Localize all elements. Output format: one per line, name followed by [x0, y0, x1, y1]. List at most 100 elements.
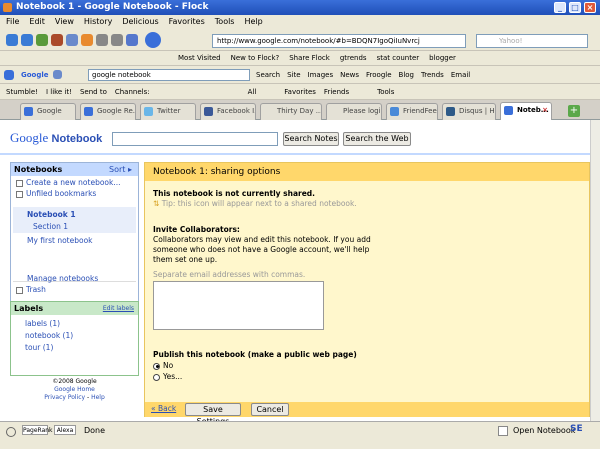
photo-icon[interactable] [96, 33, 108, 46]
menu-view[interactable]: View [55, 15, 74, 29]
menu-edit[interactable]: Edit [29, 15, 45, 29]
google-g-icon[interactable] [4, 69, 14, 80]
close-tab-icon[interactable]: × [542, 103, 548, 118]
send-to-button[interactable]: Send to [80, 84, 107, 100]
sharing-action-bar: « Back Save Settings Cancel [145, 402, 589, 421]
save-settings-button[interactable]: Save Settings [185, 403, 241, 421]
google-toolbar-search[interactable]: google notebook [88, 69, 250, 81]
publish-yes-radio[interactable] [153, 373, 160, 381]
publish-no-radio[interactable] [153, 362, 160, 370]
status-text: Done [84, 426, 106, 435]
privacy-policy-link[interactable]: Privacy Policy [44, 394, 85, 401]
back-link[interactable]: « Back [151, 404, 176, 413]
google-toolbar-brand[interactable]: Google [21, 71, 49, 79]
manage-notebooks-link[interactable]: Manage notebooks [27, 274, 98, 283]
star-icon[interactable] [145, 31, 161, 48]
all-dropdown[interactable]: All [248, 84, 257, 100]
help-link[interactable]: Help [91, 394, 105, 401]
notebook-favicon-icon [504, 106, 513, 115]
header-divider [0, 153, 590, 155]
bookmarks-toolbar: Most Visited New to Flock? Share Flock g… [0, 51, 600, 66]
tab-please-login[interactable]: Please login [326, 103, 382, 120]
trash-link[interactable]: Trash [16, 285, 46, 294]
unfiled-bookmarks-link[interactable]: Unfiled bookmarks [16, 189, 96, 198]
google-home-link[interactable]: Google Home [10, 386, 139, 394]
options-icon[interactable] [52, 70, 62, 79]
tab-notebook[interactable]: Noteb... × [500, 102, 552, 120]
create-notebook-link[interactable]: Create a new notebook... [16, 178, 121, 187]
search-notes-button[interactable]: Search Notes [283, 132, 339, 146]
notebooks-panel: Notebooks Sort ▸ Create a new notebook..… [10, 162, 139, 302]
new-tab-plus-icon[interactable]: + [568, 105, 580, 117]
gt-trends[interactable]: Trends [421, 71, 444, 79]
twitter-favicon-icon [144, 107, 153, 116]
open-notebook-link[interactable]: Open Notebook [513, 426, 575, 435]
vertical-scrollbar[interactable] [590, 120, 600, 421]
tab-disqus[interactable]: Disqus | He... [442, 103, 496, 120]
gt-blog[interactable]: Blog [399, 71, 414, 79]
my-first-notebook-link[interactable]: My first notebook [27, 236, 93, 245]
url-input[interactable]: http://www.google.com/notebook/#b=BDQN7I… [212, 34, 466, 48]
publish-heading: Publish this notebook (make a public web… [153, 350, 357, 359]
close-window-button[interactable]: × [584, 2, 596, 13]
bookmark-share-flock[interactable]: Share Flock [289, 51, 330, 66]
blog-icon[interactable] [111, 33, 123, 46]
menu-file[interactable]: File [6, 15, 19, 29]
notebook-search-input[interactable] [112, 132, 278, 146]
menu-history[interactable]: History [84, 15, 112, 29]
stumble-button[interactable]: Stumble! [6, 84, 38, 100]
tab-twitter[interactable]: Twitter [140, 103, 196, 120]
gt-images[interactable]: Images [308, 71, 334, 79]
forward-icon[interactable] [21, 33, 33, 46]
gt-news[interactable]: News [340, 71, 359, 79]
menu-tools[interactable]: Tools [215, 15, 235, 29]
friends-button[interactable]: Friends [324, 84, 349, 100]
like-button[interactable]: I like it! [46, 84, 72, 100]
label-notebook[interactable]: notebook (1) [25, 331, 73, 340]
sort-link[interactable]: Sort ▸ [109, 163, 132, 176]
bookmark-blogger[interactable]: blogger [429, 51, 456, 66]
alexa-indicator[interactable]: Alexa [54, 425, 76, 435]
minimize-button[interactable]: _ [554, 2, 566, 13]
window-title: Notebook 1 - Google Notebook - Flock [16, 2, 209, 12]
bookmark-most-visited[interactable]: Most Visited [178, 51, 221, 66]
publish-no-option[interactable]: No [153, 361, 173, 371]
stop-icon[interactable] [51, 33, 63, 46]
gt-search[interactable]: Search [256, 71, 280, 79]
label-labels[interactable]: labels (1) [25, 319, 60, 328]
label-tour[interactable]: tour (1) [25, 343, 53, 352]
cancel-button[interactable]: Cancel [251, 403, 289, 416]
tools-button[interactable]: Tools [377, 84, 394, 100]
search-web-button[interactable]: Search the Web [343, 132, 411, 146]
tab-thirty-day[interactable]: Thirty Day ... [260, 103, 322, 120]
notebook-1-link[interactable]: Notebook 1 [27, 210, 76, 219]
tab-facebook[interactable]: Facebook I... [200, 103, 256, 120]
menu-favorites[interactable]: Favorites [169, 15, 205, 29]
home-icon[interactable] [66, 33, 78, 46]
gt-site[interactable]: Site [287, 71, 300, 79]
favorites-button[interactable]: Favorites [284, 84, 316, 100]
tab-google-reader[interactable]: Google Re... [80, 103, 136, 120]
tab-google[interactable]: Google [20, 103, 76, 120]
menu-help[interactable]: Help [244, 15, 262, 29]
bookmark-new-to-flock[interactable]: New to Flock? [231, 51, 280, 66]
pagerank-indicator[interactable]: PageRank [22, 425, 53, 435]
publish-yes-option[interactable]: Yes... [153, 372, 182, 382]
tab-friendfeed[interactable]: FriendFeed [386, 103, 438, 120]
invite-heading: Invite Collaborators: [153, 225, 240, 234]
invite-desc-1: Collaborators may view and edit this not… [153, 235, 371, 244]
rss-icon[interactable] [81, 33, 93, 46]
collaborator-email-textarea[interactable] [153, 281, 324, 330]
gt-froogle[interactable]: Froogle [366, 71, 392, 79]
bookmark-gtrends[interactable]: gtrends [340, 51, 367, 66]
gt-email[interactable]: Email [451, 71, 470, 79]
web-search-input[interactable]: Yahoo! [476, 34, 588, 48]
section-1-link[interactable]: Section 1 [33, 222, 68, 231]
back-icon[interactable] [6, 33, 18, 46]
edit-labels-link[interactable]: Edit labels [103, 302, 134, 315]
menu-delicious[interactable]: Delicious [122, 15, 158, 29]
bookmark-stat-counter[interactable]: stat counter [377, 51, 420, 66]
reload-icon[interactable] [36, 33, 48, 46]
upload-icon[interactable] [126, 33, 138, 46]
maximize-button[interactable]: □ [569, 2, 581, 13]
